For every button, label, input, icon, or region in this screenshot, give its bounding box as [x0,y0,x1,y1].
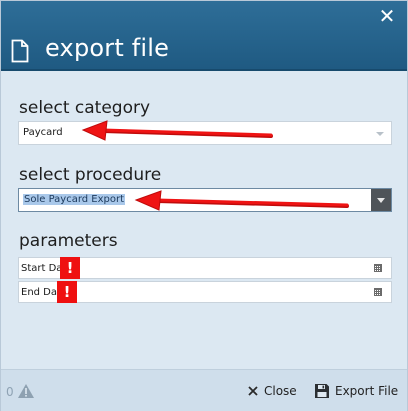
procedure-label: select procedure [19,165,162,185]
warning-icon[interactable] [17,383,35,399]
close-button-label: Close [264,384,297,398]
export-file-button[interactable]: Export File [314,380,398,402]
dialog-header: ✕ export file [1,1,407,71]
start-date-field[interactable]: Start Da ! [18,257,392,279]
close-button[interactable]: Close [247,380,297,402]
calendar-icon[interactable] [374,288,382,296]
procedure-dropdown-button[interactable] [371,189,391,211]
parameters-label: parameters [19,231,118,251]
save-icon [315,384,329,398]
dialog-title: export file [45,34,170,62]
close-icon[interactable]: ✕ [377,6,397,26]
start-date-label: Start Da [21,263,63,274]
procedure-select[interactable]: Sole Paycard Export [18,188,392,212]
chevron-down-icon[interactable] [376,132,384,136]
chevron-down-icon [377,198,385,203]
warning-count: 0 [6,385,14,399]
category-value: Paycard [23,127,63,138]
file-icon [11,39,29,63]
procedure-value: Sole Paycard Export [23,194,126,205]
export-file-dialog: ✕ export file select category Paycard se… [0,0,408,411]
end-date-label: End Da [21,287,58,298]
close-icon [248,386,258,396]
end-date-field[interactable]: End Da ! [18,281,392,303]
category-select[interactable]: Paycard [18,121,392,145]
error-badge: ! [60,257,80,279]
dialog-footer: 0 Close Export File [1,369,407,411]
export-file-button-label: Export File [335,384,399,398]
error-badge: ! [57,281,77,303]
category-label: select category [19,98,151,118]
calendar-icon[interactable] [374,264,382,272]
